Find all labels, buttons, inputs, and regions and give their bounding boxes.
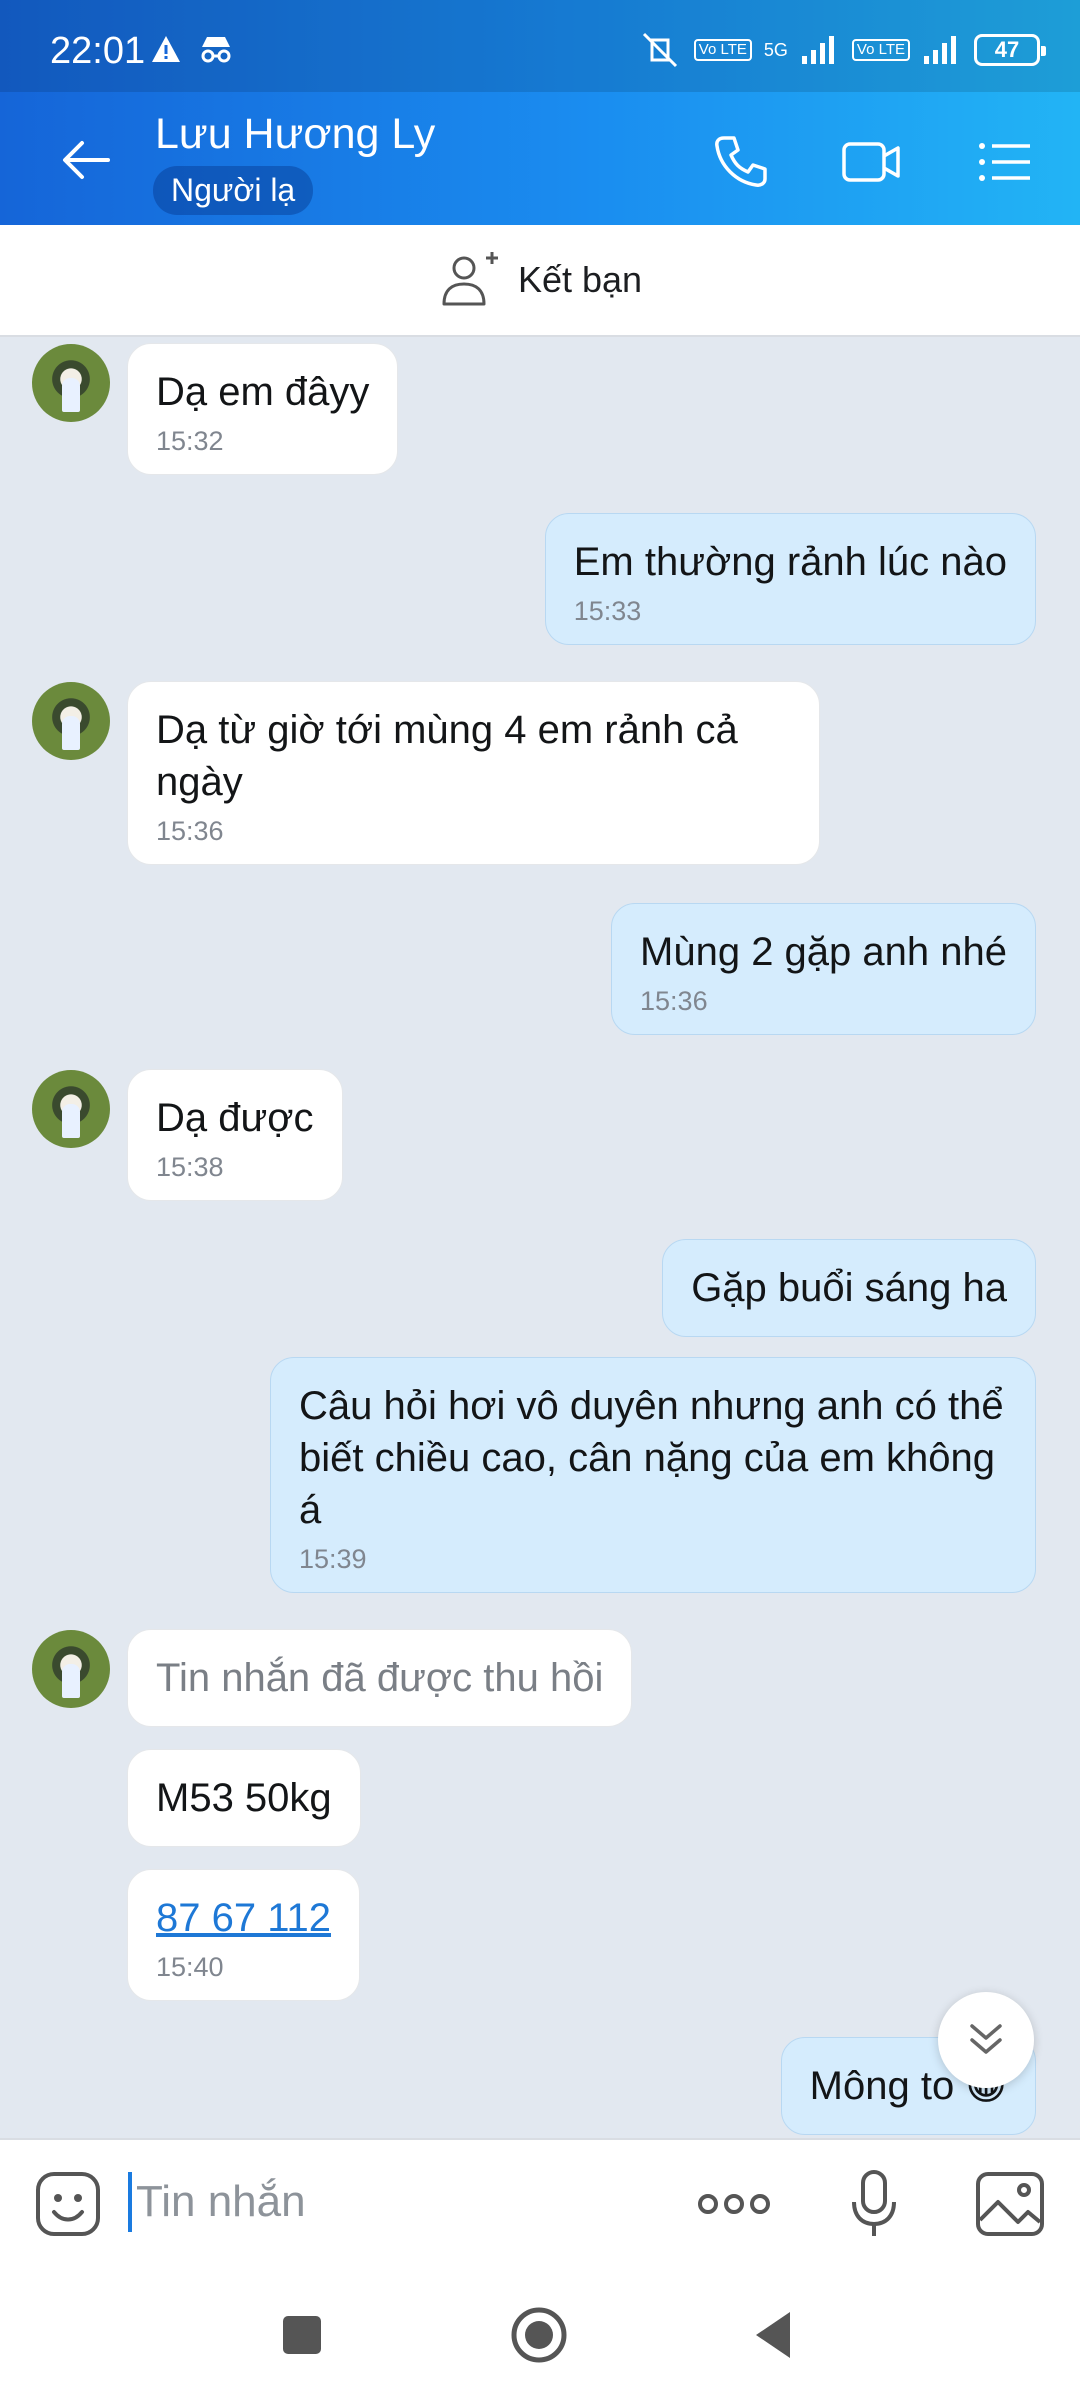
message-text: Dạ em đâyy (156, 370, 370, 414)
message-text: Câu hỏi hơi vô duyên nhưng anh có thể bi… (299, 1384, 1004, 1532)
add-friend-icon (442, 252, 498, 306)
message-text: Dạ được (156, 1096, 314, 1140)
message-text: Tin nhắn đã được thu hồi (156, 1656, 604, 1700)
double-chevron-down-icon (970, 2024, 1002, 2054)
contact-avatar[interactable] (32, 682, 110, 760)
message-time: 15:36 (640, 986, 708, 1016)
signal-icon (801, 36, 834, 64)
battery-icon: 47 (974, 34, 1046, 66)
message-text: Em thường rảnh lúc nào (573, 540, 1007, 584)
emoji-sticker-icon[interactable] (34, 2170, 102, 2238)
message-outgoing[interactable]: Gặp buổi sáng ha (662, 1239, 1036, 1337)
message-time: 15:39 (299, 1544, 367, 1574)
stranger-badge: Người lạ (153, 166, 314, 215)
message-incoming[interactable]: Dạ từ giờ tới mùng 4 em rảnh cả ngày 15:… (127, 681, 820, 865)
phone-number-link[interactable]: 87 67 112 (156, 1896, 331, 1940)
message-incoming[interactable]: Dạ được 15:38 (127, 1069, 343, 1201)
back-arrow-icon[interactable] (56, 130, 116, 190)
add-friend-label: Kết bạn (517, 259, 643, 300)
mute-vibrate-icon (642, 32, 677, 68)
message-outgoing[interactable]: Em thường rảnh lúc nào 15:33 (544, 513, 1036, 645)
image-gallery-icon[interactable] (974, 2168, 1046, 2240)
chat-header: Lưu Hương Ly Người lạ (0, 92, 1080, 225)
contact-avatar[interactable] (32, 344, 110, 422)
message-time: 15:40 (156, 1952, 224, 1982)
more-options-icon[interactable] (696, 2186, 772, 2222)
message-incoming[interactable]: 87 67 112 15:40 (127, 1869, 360, 2001)
add-friend-bar[interactable]: Kết bạn (0, 225, 1080, 337)
incognito-icon (201, 37, 231, 63)
phone-call-icon[interactable] (708, 130, 772, 194)
message-time: 15:36 (156, 816, 224, 846)
volte-icon: Vo LTE (693, 39, 752, 61)
status-bar: 22:01 Vo LTE 5G Vo LTE 47 (0, 0, 1080, 92)
menu-list-icon[interactable] (972, 130, 1036, 194)
message-recalled[interactable]: Tin nhắn đã được thu hồi (127, 1629, 633, 1727)
top-bar: 22:01 Vo LTE 5G Vo LTE 47 Lưu Hương Ly N… (0, 0, 1080, 225)
contact-avatar[interactable] (32, 1070, 110, 1148)
home-button[interactable] (510, 2306, 568, 2364)
system-navigation-bar (0, 2268, 1080, 2400)
message-time: 15:32 (156, 426, 224, 456)
message-text: Dạ từ giờ tới mùng 4 em rảnh cả ngày (156, 708, 738, 804)
message-outgoing[interactable]: Mùng 2 gặp anh nhé 15:36 (611, 903, 1036, 1035)
microphone-icon[interactable] (846, 2168, 902, 2240)
status-time: 22:01 (50, 30, 146, 72)
message-time: 15:33 (573, 596, 642, 626)
recent-apps-button[interactable] (283, 2316, 321, 2354)
message-incoming[interactable]: M53 50kg (127, 1749, 361, 1847)
scroll-to-bottom-button[interactable] (938, 1992, 1034, 2088)
contact-avatar[interactable] (32, 1630, 110, 1708)
message-input-bar: Tin nhắn (0, 2138, 1080, 2268)
message-outgoing[interactable]: Câu hỏi hơi vô duyên nhưng anh có thể bi… (270, 1357, 1036, 1593)
message-input[interactable]: Tin nhắn (128, 2172, 306, 2232)
message-list[interactable]: Dạ em đâyy 15:32 Em thường rảnh lúc nào … (0, 337, 1080, 2137)
contact-name[interactable]: Lưu Hương Ly (155, 110, 435, 159)
video-call-icon[interactable] (840, 130, 904, 194)
warning-icon (152, 36, 180, 62)
volte-icon-2: Vo LTE (851, 39, 910, 61)
message-text: Gặp buổi sáng ha (691, 1266, 1007, 1310)
message-text: M53 50kg (156, 1776, 332, 1820)
message-incoming[interactable]: Dạ em đâyy 15:32 (127, 343, 399, 475)
message-time: 15:38 (156, 1152, 224, 1182)
message-text: Mùng 2 gặp anh nhé (640, 930, 1007, 974)
back-button[interactable] (752, 2310, 794, 2360)
network-type: 5G (763, 40, 788, 60)
signal-icon-2 (924, 36, 956, 64)
